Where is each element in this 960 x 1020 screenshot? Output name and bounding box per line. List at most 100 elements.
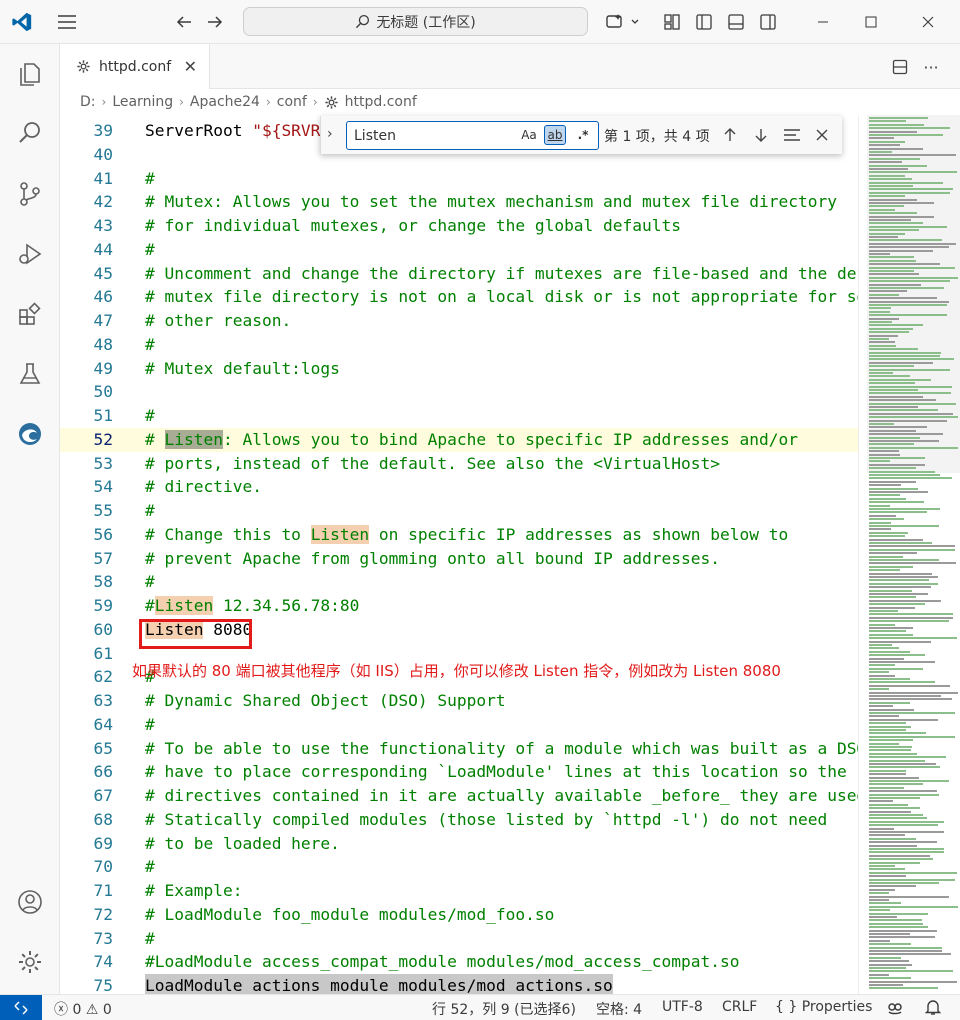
code-line[interactable]: 47 # other reason. bbox=[60, 309, 858, 333]
minimap[interactable] bbox=[858, 115, 960, 994]
forward-arrow-icon[interactable] bbox=[201, 8, 229, 36]
code-line[interactable]: 66 # have to place corresponding `LoadMod… bbox=[60, 760, 858, 784]
indentation[interactable]: 空格: 4 bbox=[596, 999, 642, 1019]
close-find-icon[interactable] bbox=[811, 124, 833, 146]
code-line[interactable]: 71 # Example: bbox=[60, 879, 858, 903]
code-line[interactable]: 50 bbox=[60, 380, 858, 404]
code-line[interactable]: 41 # bbox=[60, 167, 858, 191]
edge-devtools-icon[interactable] bbox=[0, 408, 60, 460]
minimap-line bbox=[869, 460, 890, 463]
toggle-primary-sidebar-icon[interactable] bbox=[690, 8, 718, 36]
minimap-line bbox=[869, 368, 950, 371]
line-number: 64 bbox=[93, 714, 114, 734]
testing-icon[interactable] bbox=[0, 348, 60, 400]
remote-indicator-icon[interactable] bbox=[0, 995, 42, 1020]
code-line[interactable]: 74 #LoadModule access_compat_module modul… bbox=[60, 950, 858, 974]
minimize-icon[interactable] bbox=[800, 0, 846, 44]
search-icon[interactable] bbox=[0, 107, 60, 159]
minimap-line bbox=[869, 375, 910, 378]
code-line[interactable]: 65 # To be able to use the functionality … bbox=[60, 737, 859, 761]
minimap-line bbox=[869, 854, 930, 857]
code-line[interactable]: 70 # bbox=[60, 855, 858, 879]
code-line[interactable]: 56 # Change this to Listen on specific IP… bbox=[60, 523, 858, 547]
accounts-icon[interactable] bbox=[0, 876, 60, 928]
minimap-line bbox=[869, 637, 957, 640]
minimap-line bbox=[869, 963, 912, 966]
minimap-line bbox=[869, 868, 905, 871]
copilot-status-icon[interactable] bbox=[886, 998, 904, 1020]
minimap-line bbox=[869, 317, 899, 320]
previous-match-icon[interactable] bbox=[719, 124, 741, 146]
run-debug-icon[interactable] bbox=[0, 228, 60, 280]
notifications-bell-icon[interactable] bbox=[924, 998, 942, 1020]
code-line[interactable]: 73 # bbox=[60, 927, 858, 951]
language-mode[interactable]: { } Properties bbox=[775, 999, 872, 1015]
code-line[interactable]: 54 # directive. bbox=[60, 475, 858, 499]
code-line[interactable]: 53 # ports, instead of the default. See a… bbox=[60, 452, 858, 476]
find-in-selection-icon[interactable] bbox=[781, 124, 803, 146]
code-line[interactable]: 48 # bbox=[60, 333, 858, 357]
tab-httpd-conf[interactable]: httpd.conf ✕ bbox=[60, 44, 210, 89]
command-center-search[interactable]: 无标题 (工作区) bbox=[243, 7, 588, 36]
regex-button[interactable]: .* bbox=[572, 125, 594, 145]
more-actions-icon[interactable]: ··· bbox=[918, 54, 944, 80]
whole-word-button[interactable]: ab bbox=[544, 125, 566, 145]
minimap-line bbox=[869, 579, 929, 582]
line-ending[interactable]: CRLF bbox=[722, 999, 757, 1015]
breadcrumb-item[interactable]: D: bbox=[80, 94, 96, 110]
code-line[interactable]: 58 # bbox=[60, 570, 858, 594]
minimap-line bbox=[869, 793, 939, 796]
code-line[interactable]: 69 # to be loaded here. bbox=[60, 832, 858, 856]
extensions-icon[interactable] bbox=[0, 288, 60, 340]
back-arrow-icon[interactable] bbox=[170, 8, 198, 36]
copilot-icon[interactable] bbox=[604, 8, 644, 36]
toggle-panel-icon[interactable] bbox=[722, 8, 750, 36]
close-icon[interactable] bbox=[905, 0, 951, 44]
code-line[interactable]: 45 # Uncomment and change the directory i… bbox=[60, 262, 859, 286]
code-line[interactable]: 67 # directives contained in it are actua… bbox=[60, 784, 859, 808]
breadcrumb-item[interactable]: conf bbox=[277, 94, 307, 110]
match-case-button[interactable]: Aa bbox=[518, 125, 540, 145]
minimap-line bbox=[869, 548, 955, 551]
line-number: 66 bbox=[93, 762, 114, 782]
split-editor-icon[interactable] bbox=[887, 54, 913, 80]
breadcrumb-item[interactable]: Apache24 bbox=[190, 94, 260, 110]
code-line[interactable]: 72 # LoadModule foo_module modules/mod_fo… bbox=[60, 903, 858, 927]
toggle-secondary-sidebar-icon[interactable] bbox=[754, 8, 782, 36]
code-line[interactable]: 64 # bbox=[60, 713, 858, 737]
problems-indicator[interactable]: ⓧ 0 ⚠ 0 bbox=[54, 999, 112, 1019]
code-line[interactable]: 59 #Listen 12.34.56.78:80 bbox=[60, 594, 858, 618]
code-line[interactable]: 57 # prevent Apache from glomming onto al… bbox=[60, 547, 858, 571]
explorer-icon[interactable] bbox=[0, 48, 60, 100]
close-tab-icon[interactable]: ✕ bbox=[184, 57, 197, 76]
breadcrumb-item[interactable]: Learning bbox=[112, 94, 173, 110]
minimap-line bbox=[869, 242, 956, 245]
manage-gear-icon[interactable] bbox=[0, 936, 60, 988]
code-line[interactable]: 46 # mutex file directory is not on a loc… bbox=[60, 285, 859, 309]
code-line[interactable]: 43 # for individual mutexes, or change th… bbox=[60, 214, 858, 238]
minimap-line bbox=[869, 909, 890, 912]
minimap-line bbox=[869, 953, 951, 956]
code-line[interactable]: 49 # Mutex default:logs bbox=[60, 357, 858, 381]
code-editor[interactable]: 39 ServerRoot "${SRVROOT}" 40 41 #42 # Mutex:… bbox=[60, 115, 858, 994]
maximize-icon[interactable] bbox=[848, 0, 894, 44]
line-number: 42 bbox=[93, 192, 114, 212]
breadcrumb-item[interactable]: httpd.conf bbox=[345, 94, 417, 110]
next-match-icon[interactable] bbox=[750, 124, 772, 146]
cursor-position[interactable]: 行 52，列 9 (已选择6) bbox=[432, 999, 576, 1019]
code-line[interactable]: 52 # Listen: Allows you to bind Apache to… bbox=[60, 427, 858, 452]
toggle-replace-icon[interactable]: › bbox=[327, 126, 333, 142]
code-line[interactable]: 63 # Dynamic Shared Object (DSO) Support bbox=[60, 689, 858, 713]
minimap-line bbox=[869, 246, 949, 249]
code-line[interactable]: 44 # bbox=[60, 238, 858, 262]
encoding[interactable]: UTF-8 bbox=[662, 999, 703, 1015]
menu-icon[interactable] bbox=[53, 8, 81, 36]
layout-icon[interactable] bbox=[658, 8, 686, 36]
code-line[interactable]: 75 LoadModule actions_module modules/mod_… bbox=[60, 974, 858, 994]
line-number: 54 bbox=[93, 477, 114, 497]
code-line[interactable]: 68 # Statically compiled modules (those l… bbox=[60, 808, 858, 832]
source-control-icon[interactable] bbox=[0, 168, 60, 220]
code-line[interactable]: 55 # bbox=[60, 499, 858, 523]
code-line[interactable]: 51 # bbox=[60, 404, 858, 428]
code-line[interactable]: 42 # Mutex: Allows you to set the mutex m… bbox=[60, 190, 858, 214]
